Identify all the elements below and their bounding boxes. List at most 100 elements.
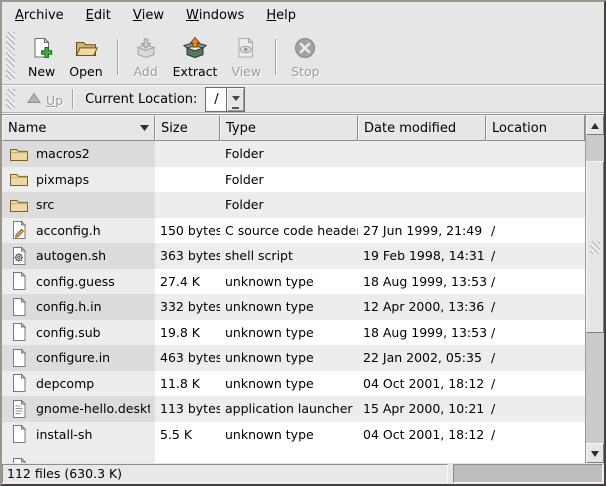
cell-type: unknown type <box>220 345 358 371</box>
toolbar-separator <box>117 39 119 75</box>
status-text: 112 files (630.3 K) <box>7 466 122 481</box>
table-row[interactable]: src Folder <box>2 192 585 218</box>
cell-name: src <box>2 192 155 218</box>
view-file-icon <box>234 36 258 64</box>
table-row[interactable]: config.h.in332 bytesunknown type12 Apr 2… <box>2 294 585 320</box>
file-name: src <box>36 197 54 212</box>
add-button: Add <box>126 32 166 82</box>
cell-type: unknown type <box>220 371 358 397</box>
menu-item-view[interactable]: View <box>122 2 175 28</box>
scrollbar-track[interactable] <box>586 135 604 443</box>
column-header-type[interactable]: Type <box>220 115 358 141</box>
cell-location <box>486 192 585 218</box>
table-row[interactable]: config.guess27.4 Kunknown type18 Aug 199… <box>2 269 585 295</box>
document-edit-icon <box>9 220 29 240</box>
column-header-name[interactable]: Name <box>2 115 155 141</box>
scroll-down-button[interactable] <box>586 443 604 463</box>
toolbar-drag-handle[interactable] <box>6 32 15 80</box>
file-name: autogen.sh <box>36 248 106 263</box>
file-name: install-sh <box>36 427 92 442</box>
add-files-icon <box>134 36 158 64</box>
file-list: NameSize Type Date modified Location macros… <box>2 115 585 463</box>
menu-item-edit[interactable]: Edit <box>75 2 122 28</box>
status-message-frame: 112 files (630.3 K) <box>2 464 448 483</box>
toolbar-button-label: Stop <box>291 66 319 79</box>
cell-name: autogen.sh <box>2 243 155 269</box>
menu-item-windows[interactable]: Windows <box>175 2 255 28</box>
extract-button[interactable]: Extract <box>166 32 225 82</box>
table-row[interactable]: depcomp11.8 Kunknown type04 Oct 2001, 18… <box>2 371 585 397</box>
menu-item-archive[interactable]: Archive <box>4 2 75 28</box>
up-button-label: Up <box>46 93 63 108</box>
location-bar-separator <box>72 89 74 109</box>
location-combo-dropdown-button[interactable] <box>226 88 244 111</box>
cell-location <box>486 141 585 167</box>
table-row[interactable]: gnome-hello.desktop113 bytesapplication … <box>2 396 585 422</box>
stop-icon <box>293 36 317 64</box>
cell-location: / <box>486 294 585 320</box>
open-archive-icon <box>74 36 98 64</box>
cell-date: 12 Apr 2000, 13:36 <box>358 294 486 320</box>
location-combo-value: / <box>206 88 226 111</box>
document-icon <box>9 373 29 393</box>
file-name: depcomp <box>36 376 94 391</box>
vertical-scrollbar[interactable] <box>585 115 604 463</box>
cell-type: unknown type <box>220 294 358 320</box>
current-location-label: Current Location: <box>85 92 197 107</box>
arrow-down-icon <box>591 446 599 461</box>
cell-date <box>358 192 486 218</box>
toolbar-button-label: New <box>28 66 55 79</box>
scrollbar-grip <box>590 241 600 254</box>
cell-name: pixmaps <box>2 167 155 193</box>
sort-indicator-icon <box>140 125 149 131</box>
table-row[interactable]: macros2Folder <box>2 141 585 167</box>
cell-location: / <box>486 269 585 295</box>
location-bar-drag-handle[interactable] <box>6 89 15 109</box>
table-row[interactable]: pixmapsFolder <box>2 167 585 193</box>
column-header-size[interactable]: Size <box>155 115 220 141</box>
cell-type: application launcher <box>220 396 358 422</box>
menu-item-help[interactable]: Help <box>255 2 307 28</box>
column-header-label: Location <box>492 121 547 136</box>
cell-size: 363 bytes <box>155 243 220 269</box>
document-icon <box>9 322 29 342</box>
cell-date: 22 Jan 2002, 05:35 <box>358 345 486 371</box>
location-combo[interactable]: / <box>205 87 245 112</box>
stop-button: Stop <box>284 32 326 82</box>
cell-date: 27 Jun 1999, 21:49 <box>358 218 486 244</box>
column-header-label: Type <box>226 121 256 136</box>
document-icon <box>9 424 29 444</box>
cell-type: Folder <box>220 141 358 167</box>
file-list-area: NameSize Type Date modified Location macros… <box>2 114 604 463</box>
cell-size <box>155 141 220 167</box>
extract-archive-icon <box>183 36 207 64</box>
table-row[interactable]: acconfig.h150 bytesC source code header2… <box>2 218 585 244</box>
cell-location: / <box>486 320 585 346</box>
document-icon <box>9 297 29 317</box>
table-row[interactable]: autogen.sh363 bytesshell script19 Feb 19… <box>2 243 585 269</box>
table-row[interactable]: config.sub19.8 Kunknown type18 Aug 1999,… <box>2 320 585 346</box>
cell-date: 04 Oct 2001, 18:12 <box>358 422 486 448</box>
folder-icon <box>9 195 29 215</box>
cell-size: 463 bytes <box>155 345 220 371</box>
new-button[interactable]: New <box>21 32 62 82</box>
open-button[interactable]: Open <box>62 32 109 82</box>
file-name: config.guess <box>36 274 115 289</box>
folder-icon <box>9 169 29 189</box>
scrollbar-thumb[interactable] <box>586 161 604 333</box>
column-header-location[interactable]: Location <box>486 115 585 141</box>
table-row[interactable]: configure.in463 bytesunknown type22 Jan … <box>2 345 585 371</box>
table-row[interactable]: install-sh5.5 Kunknown type04 Oct 2001, … <box>2 422 585 448</box>
column-header-date-modified[interactable]: Date modified <box>358 115 486 141</box>
cell-name: depcomp <box>2 371 155 397</box>
toolbar-button-label: Add <box>134 66 158 79</box>
cell-date: 04 Oct 2001, 18:12 <box>358 371 486 397</box>
table-row-partial[interactable] <box>2 447 585 463</box>
cell-type: unknown type <box>220 422 358 448</box>
cell-type: Folder <box>220 192 358 218</box>
cell-name: config.h.in <box>2 294 155 320</box>
cell-size: 332 bytes <box>155 294 220 320</box>
document-icon <box>9 348 29 368</box>
location-bar: Up Current Location: / <box>2 86 604 114</box>
scroll-up-button[interactable] <box>586 115 604 135</box>
